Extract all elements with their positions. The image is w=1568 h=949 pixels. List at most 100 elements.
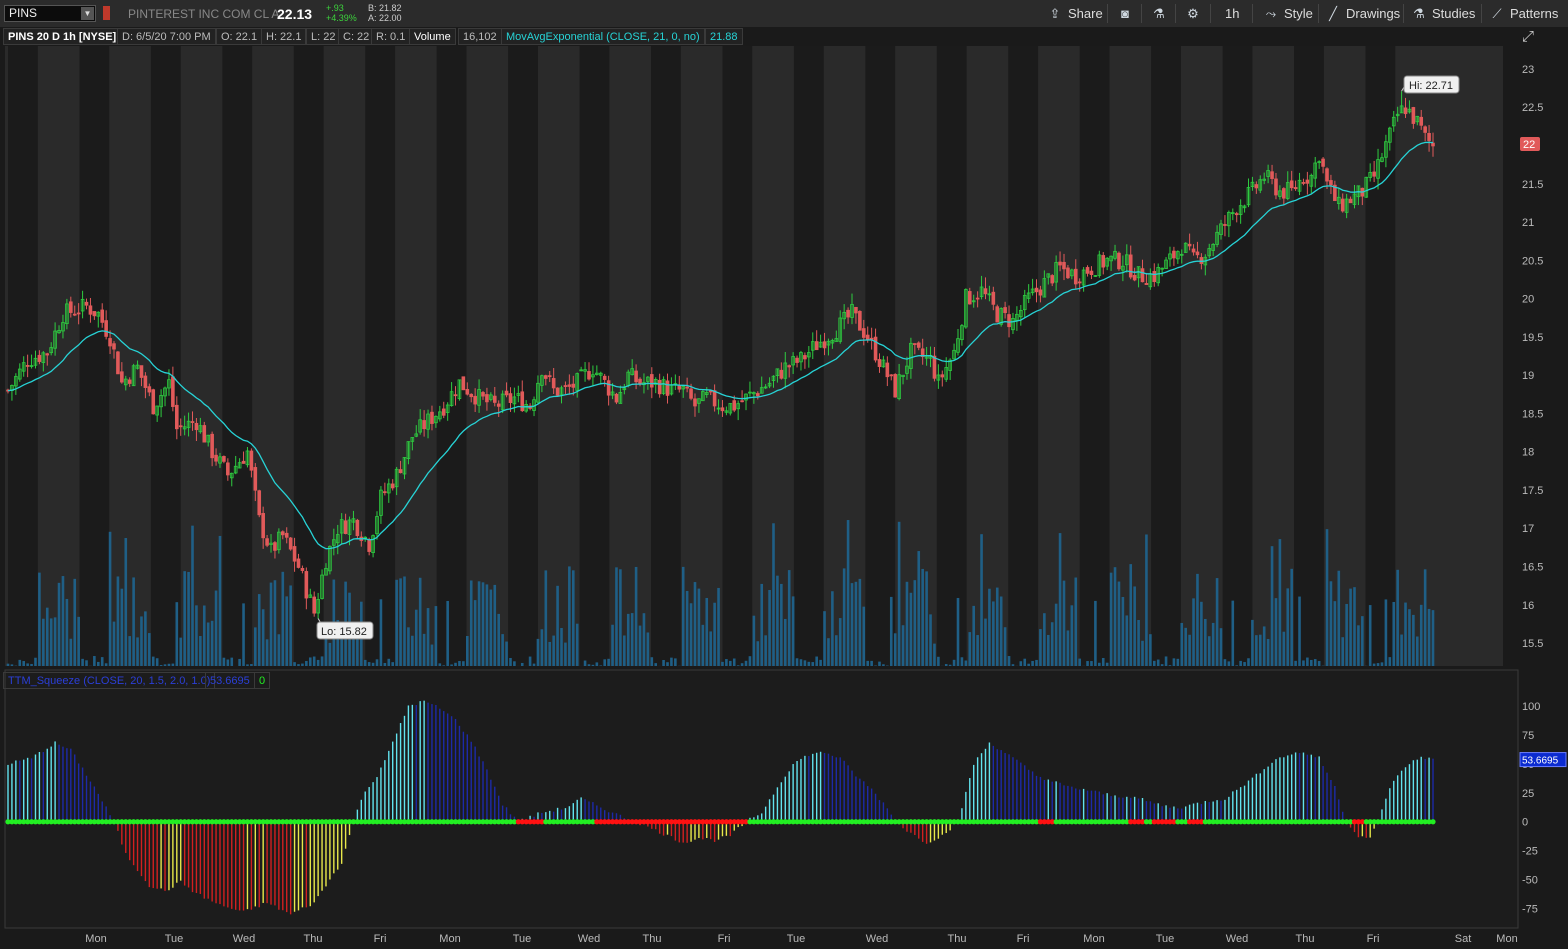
ttm-state: 0 <box>254 672 271 689</box>
candle-body <box>650 374 654 388</box>
volume-bar <box>1054 603 1058 666</box>
volume-bar <box>1368 605 1372 666</box>
candle-body <box>995 306 1000 323</box>
volume-bar <box>882 664 885 666</box>
volume-bar <box>367 662 371 666</box>
volume-bar <box>136 637 139 666</box>
volume-bar <box>1310 659 1313 666</box>
volume-bar <box>666 662 669 666</box>
volume-bar <box>670 657 673 666</box>
volume-bar <box>1419 604 1423 666</box>
volume-bar <box>1215 578 1219 666</box>
candle-body <box>1329 180 1333 186</box>
extended-hours-band <box>436 46 467 666</box>
candle-body <box>504 390 509 396</box>
volume-bar <box>442 665 446 666</box>
candle-body <box>975 297 980 300</box>
volume-bar <box>1243 662 1246 666</box>
candle-body <box>1007 314 1011 328</box>
candle-body <box>496 403 501 407</box>
candle-body <box>1274 178 1278 196</box>
volume-bar <box>787 570 791 666</box>
volume-bar <box>485 584 489 666</box>
candle-body <box>1050 275 1055 284</box>
candle-body <box>544 375 548 379</box>
candle-body <box>889 374 894 377</box>
price-tick-label: 18 <box>1522 447 1534 459</box>
candle-body <box>355 519 360 537</box>
candle-body <box>740 400 744 403</box>
volume-bar <box>835 635 838 666</box>
volume-bar <box>93 656 96 666</box>
candle-body <box>1073 268 1078 285</box>
volume-bar <box>281 571 285 666</box>
volume-bar <box>140 616 143 666</box>
volume-bar <box>713 602 716 666</box>
candle-body <box>1419 116 1424 126</box>
candle-body <box>25 365 30 367</box>
volume-bar <box>528 656 532 666</box>
candle-body <box>253 467 258 491</box>
candle-body <box>1191 248 1196 253</box>
candle-body <box>37 354 42 362</box>
volume-bar <box>108 531 112 666</box>
indicator-label-bar: TTM_Squeeze (CLOSE, 20, 1.5, 2.0, 1.0) 5… <box>0 671 1518 690</box>
volume-bar <box>1376 663 1380 666</box>
volume-bar <box>1035 659 1038 666</box>
candle-body <box>139 365 144 378</box>
volume-bar <box>1392 601 1396 666</box>
volume-bar <box>556 585 559 666</box>
chart-canvas[interactable]: 15.5 16 16.5 17 17.5 18 18.5 19 19.5 20 20.5 21 21.5… <box>0 0 1568 949</box>
volume-bar <box>591 664 595 666</box>
volume-bar <box>1109 572 1113 666</box>
volume-bar <box>1227 661 1231 666</box>
volume-bar <box>744 660 748 666</box>
volume-bar <box>426 608 430 666</box>
time-tick-label: Mon <box>439 933 460 945</box>
volume-bar <box>10 664 14 666</box>
candle-body <box>88 305 93 315</box>
volume-bar <box>238 658 241 666</box>
price-tick-label: 17 <box>1522 523 1534 535</box>
volume-bar <box>1282 631 1286 666</box>
volume-bar <box>399 578 402 666</box>
volume-bar <box>38 572 41 666</box>
extended-hours-band <box>579 46 610 666</box>
volume-bar <box>1239 660 1242 666</box>
volume-bar <box>379 599 383 666</box>
candle-body <box>92 311 97 317</box>
volume-bar <box>45 607 49 666</box>
volume-bar <box>1372 663 1376 666</box>
volume-bar <box>265 639 269 666</box>
volume-bar <box>434 606 438 666</box>
candle-body <box>665 380 670 396</box>
volume-bar <box>69 638 73 666</box>
volume-bar <box>214 590 218 666</box>
candle-body <box>214 454 218 462</box>
candle-body <box>1340 198 1345 212</box>
extended-hours-band <box>1151 46 1181 666</box>
volume-bar <box>681 566 685 666</box>
extended-hours-band <box>222 46 253 666</box>
volume-bar <box>1149 634 1152 666</box>
volume-bar <box>615 567 618 666</box>
volume-bar <box>183 571 186 666</box>
volume-bar <box>544 570 548 666</box>
volume-bar <box>1219 628 1223 666</box>
candle-body <box>861 328 866 338</box>
volume-bar <box>477 581 481 666</box>
extended-hours-band <box>1222 46 1253 666</box>
ttm-value: 53.6695 <box>205 672 255 689</box>
candle-body <box>1321 158 1325 167</box>
volume-bar <box>862 606 866 666</box>
lo-label: Lo: 15.82 <box>321 626 367 638</box>
candle-body <box>143 375 148 388</box>
volume-bar <box>795 658 799 666</box>
candle-body <box>1066 267 1070 279</box>
candle-body <box>991 291 996 305</box>
volume-bar <box>937 656 940 666</box>
volume-bar <box>430 644 434 666</box>
candle-body <box>677 385 682 390</box>
volume-bar <box>1235 665 1239 666</box>
volume-bar <box>1074 577 1078 666</box>
